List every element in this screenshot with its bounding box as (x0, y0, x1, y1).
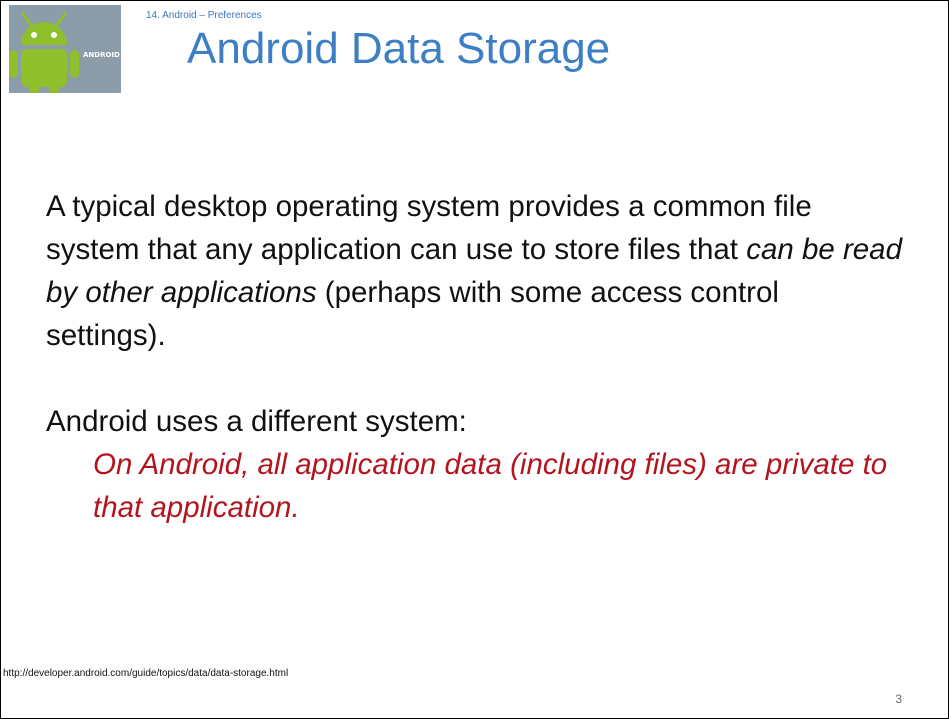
paragraph-text-start: A typical desktop operating system provi… (46, 190, 812, 266)
paragraph-android-system: Android uses a different system: (46, 405, 467, 438)
paragraph-desktop-fs: A typical desktop operating system provi… (46, 185, 906, 357)
slide-title: Android Data Storage (187, 24, 611, 73)
section-label: 14. Android – Preferences (146, 10, 262, 21)
source-url: http://developer.android.com/guide/topic… (3, 668, 289, 679)
slide-body: A typical desktop operating system provi… (46, 185, 906, 529)
android-logo: ANDROID (9, 5, 121, 93)
slide: ANDROID 14. Android – Preferences Androi… (0, 0, 949, 719)
page-number: 3 (895, 692, 902, 706)
android-robot-icon: ANDROID (9, 5, 121, 93)
highlight-quote: On Android, all application data (includ… (93, 448, 888, 524)
logo-wordmark: ANDROID (83, 51, 120, 59)
